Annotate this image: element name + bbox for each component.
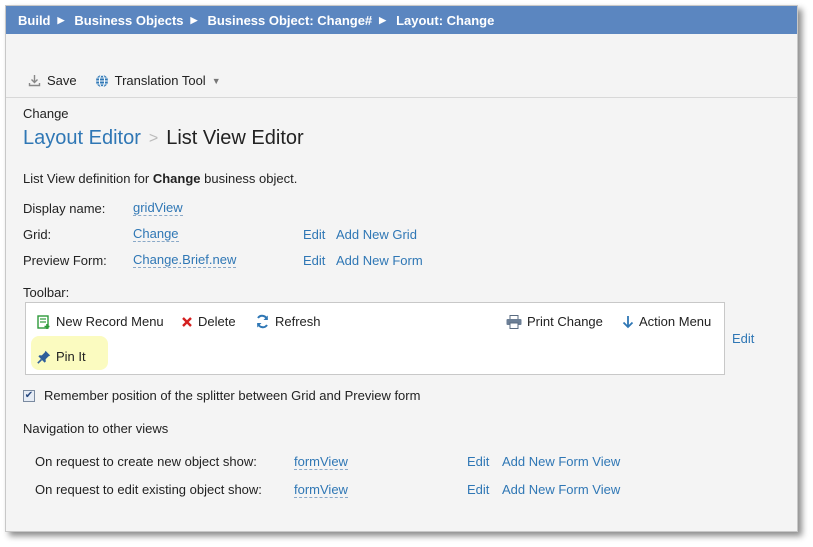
breadcrumb-label: Layout: Change — [396, 12, 495, 28]
translation-tool-button[interactable]: Translation Tool ▼ — [95, 73, 221, 88]
grid-edit-link[interactable]: Edit — [303, 227, 325, 242]
splitter-label: Remember position of the splitter betwee… — [44, 388, 421, 403]
refresh-button[interactable]: Refresh — [255, 314, 321, 329]
printer-icon — [506, 314, 522, 329]
delete-button[interactable]: Delete — [181, 314, 236, 329]
breadcrumb-item-business-object[interactable]: Business Object: Change# ▶ — [207, 13, 396, 28]
nav-create-add-link[interactable]: Add New Form View — [502, 454, 620, 469]
delete-label: Delete — [198, 314, 236, 329]
nav-create-edit-link[interactable]: Edit — [467, 454, 489, 469]
nav-edit-add-link[interactable]: Add New Form View — [502, 482, 620, 497]
nav-edit-edit-link[interactable]: Edit — [467, 482, 489, 497]
save-button[interactable]: Save — [28, 73, 77, 88]
toolbar-label: Toolbar: — [23, 285, 70, 300]
globe-icon — [95, 74, 108, 87]
display-name-value[interactable]: gridView — [133, 200, 183, 216]
breadcrumb-label: Business Objects — [74, 12, 184, 28]
add-new-form-link[interactable]: Add New Form — [336, 253, 423, 268]
grid-label: Grid: — [23, 226, 52, 242]
chevron-right-icon: ▶ — [190, 14, 198, 25]
object-name: Change — [23, 106, 69, 121]
chevron-right-icon: ▶ — [57, 14, 65, 25]
breadcrumb-item-layout[interactable]: Layout: Change — [396, 13, 494, 28]
breadcrumb: Build ▶ Business Objects ▶ Business Object… — [6, 6, 797, 34]
nav-edit-label: On request to edit existing object show: — [35, 481, 262, 497]
main-toolbar: Save Translation Tool ▼ — [6, 64, 797, 98]
refresh-label: Refresh — [275, 314, 321, 329]
preview-form-value[interactable]: Change.Brief.new — [133, 252, 237, 268]
preview-form-row: Preview Form: Change.Brief.new — [23, 251, 237, 269]
arrow-down-icon — [622, 315, 634, 328]
description-prefix: List View definition for — [23, 171, 153, 186]
title-current: List View Editor — [166, 127, 304, 149]
layout-editor-link[interactable]: Layout Editor — [23, 127, 141, 150]
new-record-menu-button[interactable]: New Record Menu — [37, 314, 164, 329]
action-menu-label: Action Menu — [639, 314, 712, 329]
description-object: Change — [152, 171, 201, 186]
chevron-down-icon: ▼ — [211, 75, 221, 86]
print-change-button[interactable]: Print Change — [506, 314, 603, 329]
new-record-icon — [37, 314, 50, 329]
nav-edit-value[interactable]: formView — [294, 482, 348, 498]
nav-create-row: On request to create new object show: — [35, 452, 257, 470]
display-name-label: Display name: — [23, 200, 106, 216]
grid-row: Grid: Change — [23, 225, 179, 243]
toolbar-preview: New Record Menu Delete Refresh Print Cha… — [25, 302, 725, 375]
new-record-menu-label: New Record Menu — [56, 314, 164, 329]
page-title: Layout Editor > List View Editor — [23, 127, 304, 150]
grid-value[interactable]: Change — [133, 226, 179, 242]
pin-icon — [37, 350, 51, 364]
translation-tool-label: Translation Tool — [114, 73, 206, 88]
chevron-right-icon: ▶ — [379, 14, 387, 25]
splitter-checkbox[interactable]: ✔ — [23, 389, 35, 402]
toolbar-edit-link[interactable]: Edit — [732, 331, 754, 346]
breadcrumb-label: Business Object: Change# — [207, 12, 373, 28]
app-window: Build ▶ Business Objects ▶ Business Object… — [5, 5, 798, 532]
navigation-heading: Navigation to other views — [23, 421, 169, 436]
refresh-icon — [257, 314, 268, 329]
nav-edit-row: On request to edit existing object show: — [35, 480, 262, 498]
download-icon — [28, 75, 41, 87]
preview-form-label: Preview Form: — [23, 252, 107, 268]
preview-form-edit-link[interactable]: Edit — [303, 253, 325, 268]
nav-create-label: On request to create new object show: — [35, 453, 257, 469]
print-change-label: Print Change — [527, 314, 603, 329]
delete-x-icon — [182, 316, 192, 327]
add-new-grid-link[interactable]: Add New Grid — [336, 227, 417, 242]
pin-it-button[interactable]: Pin It — [37, 349, 86, 364]
splitter-option: ✔ Remember position of the splitter betw… — [23, 388, 420, 403]
pin-it-label: Pin It — [56, 349, 86, 364]
description-suffix: business object. — [200, 171, 298, 186]
breadcrumb-item-business-objects[interactable]: Business Objects ▶ — [74, 13, 207, 28]
action-menu-button[interactable]: Action Menu — [622, 314, 711, 329]
title-separator: > — [148, 129, 159, 147]
save-label: Save — [47, 73, 77, 88]
page-description: List View definition for Change business… — [23, 171, 297, 186]
breadcrumb-item-build[interactable]: Build ▶ — [18, 13, 74, 28]
breadcrumb-label: Build — [18, 12, 51, 28]
display-name-row: Display name: gridView — [23, 199, 183, 217]
nav-create-value[interactable]: formView — [294, 454, 348, 470]
